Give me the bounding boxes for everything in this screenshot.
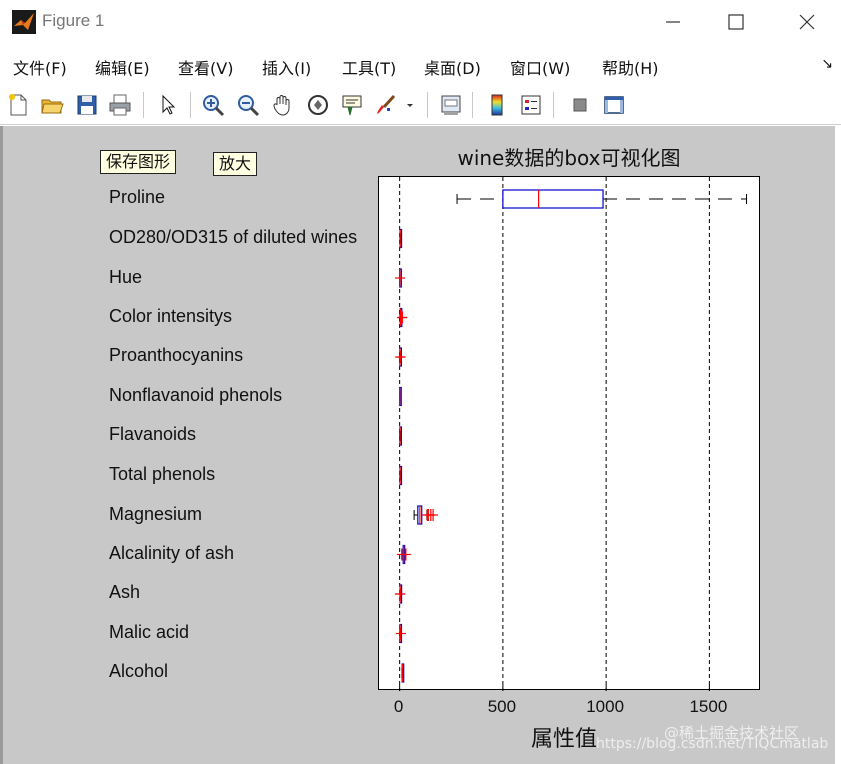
menu-edit[interactable]: 编辑(E) bbox=[95, 55, 150, 79]
colorbar-button[interactable] bbox=[483, 91, 511, 119]
colorbar-icon bbox=[491, 94, 503, 116]
legend-icon bbox=[521, 95, 541, 115]
menu-bar: 文件(F) 编辑(E) 查看(V) 插入(I) 工具(T) 桌面(D) 窗口(W… bbox=[0, 48, 841, 82]
save-button[interactable] bbox=[73, 91, 101, 119]
y-label-total-phenols: Total phenols bbox=[109, 464, 216, 484]
brush-icon bbox=[377, 94, 396, 114]
hide-plot-tools-icon bbox=[573, 98, 587, 112]
y-label-nonflavanoid-phenols: Nonflavanoid phenols bbox=[109, 385, 283, 405]
rotate-3d-button[interactable] bbox=[304, 91, 332, 119]
y-label-proanthocyanins: Proanthocyanins bbox=[109, 345, 244, 365]
chevron-down-icon bbox=[407, 104, 413, 107]
link-plot-button[interactable] bbox=[437, 91, 465, 119]
minimize-button[interactable] bbox=[651, 8, 695, 36]
brush-dropdown[interactable] bbox=[402, 91, 418, 119]
zoom-out-icon bbox=[238, 95, 260, 117]
y-label-alcohol: Alcohol bbox=[109, 661, 169, 681]
show-plot-tools-button[interactable] bbox=[600, 91, 628, 119]
window-title: Figure 1 bbox=[42, 11, 105, 30]
open-folder-icon bbox=[41, 99, 64, 114]
menu-file[interactable]: 文件(F) bbox=[13, 55, 67, 79]
toolbar-separator bbox=[190, 92, 191, 118]
pan-button[interactable] bbox=[269, 91, 297, 119]
maximize-button[interactable] bbox=[714, 8, 758, 36]
x-axis-label: 属性值 bbox=[531, 727, 598, 752]
legend-button[interactable] bbox=[517, 91, 545, 119]
x-tick-label: 1500 bbox=[689, 697, 728, 716]
watermark-csdn: https://blog.csdn.net/TIQCmatlab bbox=[596, 736, 829, 752]
minimize-icon bbox=[666, 21, 680, 23]
data-cursor-icon bbox=[342, 95, 362, 116]
close-icon bbox=[799, 14, 815, 30]
y-label-proline: Proline bbox=[109, 187, 166, 207]
x-tick-label: 0 bbox=[393, 697, 404, 716]
window-left-edge bbox=[0, 126, 3, 764]
zoom-in-button[interactable] bbox=[199, 91, 227, 119]
pointer-button[interactable] bbox=[154, 91, 182, 119]
menu-tools[interactable]: 工具(T) bbox=[342, 55, 396, 79]
maximize-icon bbox=[728, 14, 744, 30]
menu-window[interactable]: 窗口(W) bbox=[510, 55, 570, 79]
menu-view[interactable]: 查看(V) bbox=[178, 55, 233, 79]
plot-title: wine数据的box可视化图 bbox=[457, 146, 681, 170]
print-button[interactable] bbox=[106, 91, 134, 119]
box bbox=[502, 189, 604, 209]
y-label-magnesium: Magnesium bbox=[109, 504, 203, 524]
y-label-od280: OD280/OD315 of diluted wines bbox=[109, 227, 358, 247]
save-tooltip: 保存图形 bbox=[100, 150, 177, 174]
data-cursor-button[interactable] bbox=[338, 91, 366, 119]
toolbar-separator bbox=[553, 92, 554, 118]
link-plot-icon bbox=[441, 95, 461, 115]
zoom-in-icon bbox=[203, 95, 225, 117]
pointer-icon bbox=[162, 94, 176, 115]
new-file-button[interactable] bbox=[4, 91, 32, 119]
menu-desktop[interactable]: 桌面(D) bbox=[424, 55, 481, 79]
y-label-color-intensity: Color intensitys bbox=[109, 306, 233, 326]
y-label-alcalinity-of-ash: Alcalinity of ash bbox=[109, 543, 235, 563]
close-button[interactable] bbox=[785, 8, 829, 36]
brush-button[interactable] bbox=[372, 91, 400, 119]
print-icon bbox=[109, 94, 131, 116]
open-folder-button[interactable] bbox=[38, 91, 66, 119]
rotate-3d-icon bbox=[308, 95, 328, 115]
y-label-hue: Hue bbox=[109, 267, 143, 287]
hide-plot-tools-button[interactable] bbox=[566, 91, 594, 119]
toolbar-separator bbox=[143, 92, 144, 118]
pan-hand-icon bbox=[273, 95, 290, 116]
matlab-logo-icon bbox=[12, 10, 36, 34]
show-plot-tools-icon bbox=[604, 96, 624, 114]
toolbar-separator bbox=[472, 92, 473, 118]
toolbar-separator bbox=[427, 92, 428, 118]
x-tick-label: 500 bbox=[487, 697, 517, 716]
save-icon bbox=[77, 95, 97, 115]
y-label-ash: Ash bbox=[109, 582, 141, 602]
y-label-flavanoids: Flavanoids bbox=[109, 424, 197, 444]
menu-help[interactable]: 帮助(H) bbox=[602, 55, 659, 79]
zoom-tooltip: 放大 bbox=[213, 152, 258, 176]
x-tick-label: 1000 bbox=[586, 697, 625, 716]
title-bar: Figure 1 bbox=[0, 0, 841, 44]
plot-axes[interactable] bbox=[378, 176, 760, 691]
boxplot-canvas bbox=[394, 177, 748, 691]
toolbar bbox=[0, 86, 841, 125]
menu-insert[interactable]: 插入(I) bbox=[262, 55, 311, 79]
new-file-icon bbox=[9, 94, 27, 116]
undock-arrow-icon[interactable]: ↘ bbox=[821, 56, 833, 72]
y-label-malic-acid: Malic acid bbox=[109, 622, 190, 642]
zoom-out-button[interactable] bbox=[234, 91, 262, 119]
